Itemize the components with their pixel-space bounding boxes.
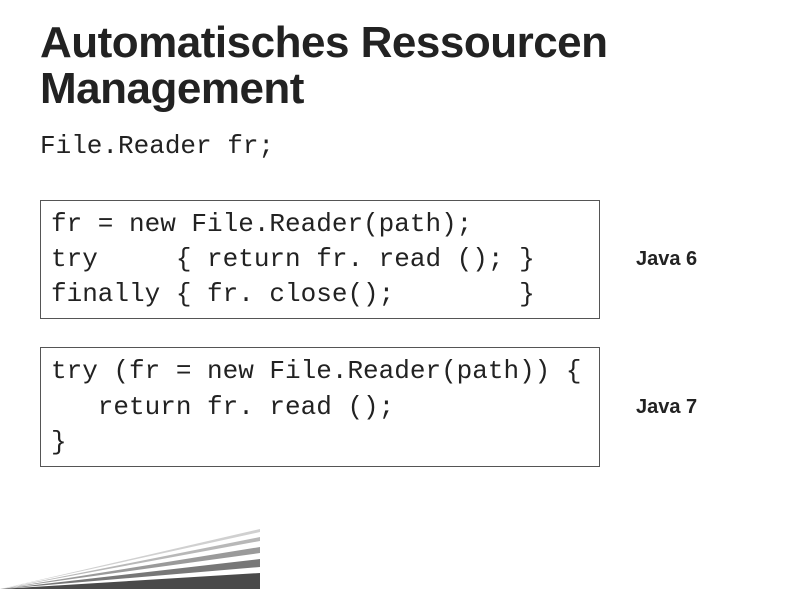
slide: Automatisches Ressourcen Management File…	[0, 0, 794, 595]
code-row-java7: try (fr = new File.Reader(path)) { retur…	[40, 347, 754, 466]
code-row-java6: fr = new File.Reader(path); try { return…	[40, 200, 754, 319]
label-java6: Java 6	[636, 248, 697, 271]
slide-title: Automatisches Ressourcen Management	[40, 20, 754, 112]
declaration-code: File.Reader fr;	[40, 130, 754, 164]
label-java7: Java 7	[636, 396, 697, 419]
code-block-java6: fr = new File.Reader(path); try { return…	[40, 200, 600, 319]
code-block-java7: try (fr = new File.Reader(path)) { retur…	[40, 347, 600, 466]
decorative-swoosh	[0, 529, 260, 589]
